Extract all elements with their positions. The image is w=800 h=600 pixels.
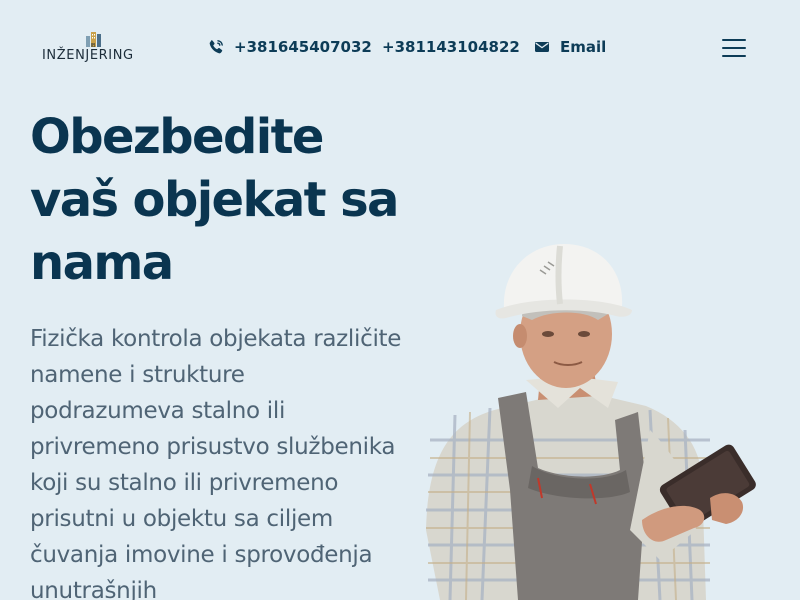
email-label: Email bbox=[560, 38, 607, 56]
phone-icon bbox=[209, 40, 223, 54]
logo-text: INŽENJERING bbox=[42, 48, 134, 63]
building-logo-icon: IB bbox=[86, 32, 101, 48]
logo[interactable]: IB INŽENJERING bbox=[42, 30, 144, 66]
site-header: IB INŽENJERING +381645407032 +3811431048… bbox=[0, 0, 800, 96]
envelope-icon bbox=[535, 42, 549, 52]
email-link[interactable]: Email bbox=[534, 38, 606, 56]
phone-number-2: +381143104822 bbox=[382, 38, 520, 56]
phone-link-2[interactable]: +381143104822 bbox=[382, 38, 520, 56]
hero-title: Obezbedite vaš objekat sa nama bbox=[30, 109, 399, 291]
hamburger-menu-button[interactable] bbox=[718, 34, 750, 62]
hero-description: Fizička kontrola objekata različite name… bbox=[30, 326, 402, 600]
engineer-with-tablet-image bbox=[426, 244, 756, 600]
phone-number-1: +381645407032 bbox=[234, 38, 372, 56]
page: IB INŽENJERING +381645407032 +3811431048… bbox=[0, 0, 800, 600]
phone-link-1[interactable]: +381645407032 bbox=[208, 38, 372, 56]
